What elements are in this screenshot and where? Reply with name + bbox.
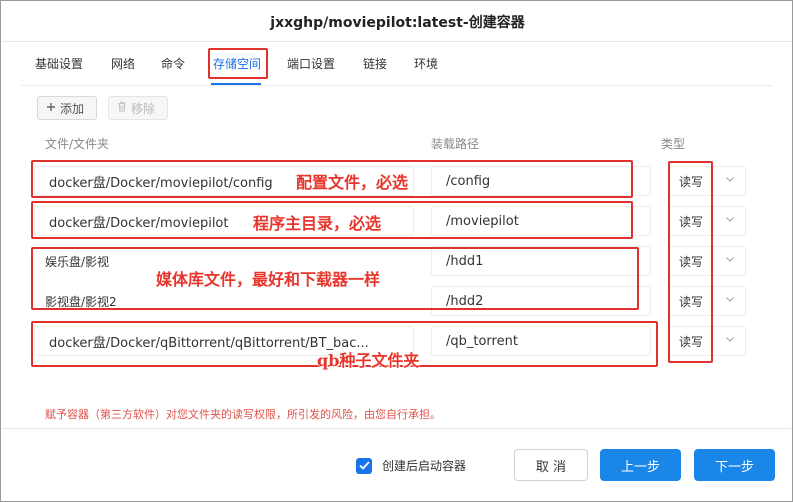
mount-path-field[interactable]: /qb_torrent	[431, 326, 651, 356]
tab-storage[interactable]: 存储空间	[213, 55, 261, 72]
column-header-type: 类型	[661, 137, 686, 151]
start-after-create-checkbox[interactable]: 创建后启动容器	[356, 457, 466, 474]
annotation-text: qb种子文件夹	[317, 351, 420, 370]
chevron-down-icon	[726, 217, 734, 222]
remove-button[interactable]: 移除	[108, 96, 168, 120]
type-select[interactable]: 读写	[668, 246, 746, 276]
tab-basic[interactable]: 基础设置	[35, 55, 83, 72]
previous-step-button[interactable]: 上一步	[600, 449, 681, 481]
type-select-value: 读写	[679, 214, 704, 229]
chevron-down-icon	[726, 257, 734, 262]
cancel-button[interactable]: 取 消	[514, 449, 588, 481]
mount-path-field[interactable]: /hdd1	[431, 246, 651, 276]
chevron-down-icon	[726, 177, 734, 182]
column-header-folder: 文件/文件夹	[45, 137, 110, 151]
tab-command[interactable]: 命令	[161, 55, 185, 72]
folder-field[interactable]: 影视盘/影视2	[45, 293, 117, 310]
annotation-text: 程序主目录，必选	[253, 214, 382, 233]
remove-button-label: 移除	[131, 101, 156, 116]
next-step-button[interactable]: 下一步	[694, 449, 775, 481]
checkbox-checked-icon[interactable]	[356, 457, 372, 474]
column-header-mount-path: 装载路径	[431, 137, 480, 151]
tab-network[interactable]: 网络	[111, 55, 135, 72]
folder-field[interactable]: 娱乐盘/影视	[45, 253, 109, 270]
mount-path-field[interactable]: /config	[431, 166, 651, 196]
add-button-label: 添加	[60, 101, 85, 116]
type-select[interactable]: 读写	[668, 206, 746, 236]
checkbox-label: 创建后启动容器	[382, 459, 467, 473]
type-select-value: 读写	[679, 334, 704, 349]
dialog-title: jxxghp/moviepilot:latest-创建容器	[270, 15, 525, 31]
tab-ports[interactable]: 端口设置	[287, 55, 335, 72]
risk-warning: 赋予容器（第三方软件）对您文件夹的读写权限，所引发的风险，由您自行承担。	[45, 408, 441, 421]
type-select[interactable]: 读写	[668, 326, 746, 356]
divider	[21, 85, 772, 86]
plus-icon	[46, 101, 56, 115]
divider	[2, 428, 791, 429]
annotation-text: 配置文件，必选	[296, 173, 409, 192]
chevron-down-icon	[726, 337, 734, 342]
type-select-value: 读写	[679, 174, 704, 189]
mount-path-field[interactable]: /hdd2	[431, 286, 651, 316]
add-button[interactable]: 添加	[37, 96, 97, 120]
trash-icon	[117, 101, 127, 115]
dialog: jxxghp/moviepilot:latest-创建容器 基础设置 网络 命令…	[0, 0, 793, 502]
mount-path-field[interactable]: /moviepilot	[431, 206, 651, 236]
type-select-value: 读写	[679, 254, 704, 269]
type-select[interactable]: 读写	[668, 286, 746, 316]
type-select-value: 读写	[679, 294, 704, 309]
type-select[interactable]: 读写	[668, 166, 746, 196]
tab-environment[interactable]: 环境	[414, 55, 438, 72]
tab-links[interactable]: 链接	[363, 55, 387, 72]
annotation-text: 媒体库文件，最好和下载器一样	[156, 270, 381, 289]
divider	[2, 41, 791, 42]
chevron-down-icon	[726, 297, 734, 302]
